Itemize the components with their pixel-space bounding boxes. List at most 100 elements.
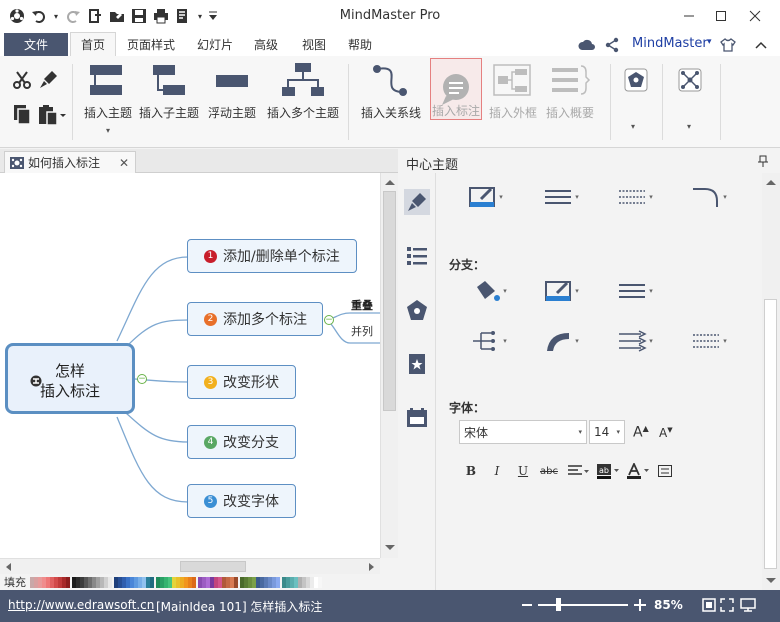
font-color-button[interactable] — [625, 461, 651, 481]
scroll-left-icon[interactable] — [2, 560, 16, 574]
scroll-up-icon[interactable] — [762, 175, 780, 189]
zoom-slider-handle[interactable] — [556, 598, 561, 611]
color-swatch[interactable] — [150, 576, 154, 588]
branch-line-color-tool[interactable]: ▾ — [537, 277, 585, 305]
tab-view[interactable]: 视图 — [294, 32, 334, 56]
canvas-vertical-scrollbar[interactable] — [380, 173, 398, 558]
topic-node[interactable]: 4 改变分支 — [187, 425, 296, 459]
paste-icon[interactable] — [38, 104, 66, 129]
dash-style-tool[interactable]: ▾ — [611, 183, 659, 211]
insert-relationship-button[interactable]: 插入关系线 — [361, 60, 421, 121]
scroll-right-icon[interactable] — [364, 560, 378, 574]
insert-topic-button[interactable]: 插入主题 ▾ — [84, 60, 132, 135]
font-family-select[interactable]: 宋体 ▾ — [459, 420, 587, 444]
insert-summary-button[interactable]: 插入概要 — [546, 60, 594, 121]
subtopic-label[interactable]: 重叠 — [351, 297, 373, 313]
panel-vertical-scrollbar[interactable] — [762, 173, 780, 590]
layout-button[interactable] — [678, 68, 702, 95]
close-tab-icon[interactable]: ✕ — [119, 156, 129, 170]
bold-button[interactable]: B — [461, 461, 481, 481]
account-name[interactable]: MindMaster — [632, 36, 708, 51]
color-swatch[interactable] — [318, 576, 322, 588]
mindmap-canvas[interactable]: 怎样 插入标注 − 1 添加/删除单个标注 2 添加多个标注 − 重叠 并列 3… — [0, 173, 380, 558]
collapse-toggle[interactable]: − — [324, 315, 334, 325]
collapse-ribbon-icon[interactable] — [752, 36, 770, 54]
branch-curve-tool[interactable]: ▾ — [537, 327, 585, 355]
print-icon[interactable] — [152, 7, 170, 25]
close-button[interactable] — [740, 4, 770, 28]
insert-boundary-button[interactable]: 插入外框 — [489, 60, 537, 121]
cut-icon[interactable] — [12, 70, 32, 93]
account-dropdown-icon[interactable]: ▾ — [707, 37, 712, 47]
line-weight-tool[interactable]: ▾ — [537, 183, 585, 211]
layout-dropdown-icon[interactable]: ▾ — [687, 122, 691, 131]
floating-topic-button[interactable]: 浮动主题 — [208, 60, 256, 121]
central-topic[interactable]: 怎样 插入标注 — [5, 343, 135, 414]
icon-library-icon[interactable] — [404, 297, 430, 323]
collapse-toggle[interactable]: − — [137, 374, 147, 384]
copy-icon[interactable] — [12, 104, 32, 129]
canvas-horizontal-scrollbar[interactable] — [0, 558, 380, 574]
tab-advanced[interactable]: 高级 — [246, 32, 286, 56]
branch-fill-tool[interactable]: ▾ — [465, 277, 513, 305]
topic-node[interactable]: 2 添加多个标注 — [187, 302, 323, 336]
pin-icon[interactable] — [758, 155, 768, 167]
topic-node[interactable]: 3 改变形状 — [187, 365, 296, 399]
presentation-icon[interactable] — [740, 598, 756, 612]
italic-button[interactable]: I — [487, 461, 507, 481]
branch-dash-tool[interactable]: ▾ — [685, 327, 733, 355]
text-align-button[interactable] — [565, 461, 591, 481]
maximize-button[interactable] — [706, 4, 736, 28]
insert-topic-dropdown-icon[interactable]: ▾ — [106, 126, 110, 135]
text-list-button[interactable] — [655, 461, 675, 481]
increase-font-button[interactable]: A▲ — [633, 424, 649, 441]
fill-border-tool[interactable]: ▾ — [461, 183, 509, 211]
color-swatch[interactable] — [66, 576, 70, 588]
app-logo-icon[interactable] — [8, 7, 26, 25]
export-dropdown-icon[interactable]: ▾ — [196, 7, 204, 25]
subtopic-label[interactable]: 并列 — [351, 323, 373, 339]
new-file-icon[interactable] — [86, 7, 104, 25]
color-swatch[interactable] — [276, 576, 280, 588]
tab-help[interactable]: 帮助 — [340, 32, 380, 56]
zoom-slider[interactable] — [538, 604, 628, 606]
insert-callout-button[interactable]: 插入标注 — [430, 58, 482, 120]
task-calendar-icon[interactable] — [404, 405, 430, 431]
color-swatch[interactable] — [234, 576, 238, 588]
tab-slides[interactable]: 幻灯片 — [190, 32, 240, 56]
topic-node[interactable]: 1 添加/删除单个标注 — [187, 239, 357, 273]
zoom-in-icon[interactable] — [634, 599, 646, 611]
customize-toolbar-icon[interactable] — [208, 7, 218, 25]
scroll-down-icon[interactable] — [762, 574, 780, 588]
font-size-select[interactable]: 14 ▾ — [589, 420, 625, 444]
tab-page-style[interactable]: 页面样式 — [120, 32, 182, 56]
color-swatch[interactable] — [108, 576, 112, 588]
save-icon[interactable] — [130, 7, 148, 25]
insert-icon-dropdown-icon[interactable]: ▾ — [631, 122, 635, 131]
scroll-thumb[interactable] — [764, 299, 777, 569]
insert-multiple-topics-button[interactable]: 插入多个主题 — [267, 60, 339, 121]
decrease-font-button[interactable]: A▼ — [659, 426, 673, 440]
tab-home[interactable]: 首页 — [70, 32, 116, 56]
arrow-style-tool[interactable]: ▾ — [611, 327, 659, 355]
share-icon[interactable] — [603, 36, 621, 54]
fullscreen-icon[interactable] — [720, 598, 734, 612]
bookmark-star-icon[interactable] — [404, 351, 430, 377]
undo-dropdown-icon[interactable]: ▾ — [52, 7, 60, 25]
zoom-out-icon[interactable] — [522, 603, 532, 607]
style-brush-icon[interactable] — [404, 189, 430, 215]
format-painter-icon[interactable] — [38, 70, 58, 93]
document-tab[interactable]: 如何插入标注 ✕ — [4, 151, 136, 173]
fit-page-icon[interactable] — [702, 598, 716, 612]
export-icon[interactable] — [174, 7, 192, 25]
connector-style-tool[interactable]: ▾ — [465, 327, 513, 355]
open-file-icon[interactable] — [108, 7, 126, 25]
minimize-button[interactable] — [674, 4, 704, 28]
file-menu-button[interactable]: 文件 — [4, 33, 68, 56]
outline-list-icon[interactable] — [404, 243, 430, 269]
insert-subtopic-button[interactable]: 插入子主题 — [139, 60, 199, 121]
scroll-thumb[interactable] — [383, 191, 396, 411]
website-link[interactable]: http://www.edrawsoft.cn — [8, 598, 154, 612]
corner-shape-tool[interactable]: ▾ — [685, 183, 733, 211]
scroll-down-icon[interactable] — [381, 541, 399, 555]
